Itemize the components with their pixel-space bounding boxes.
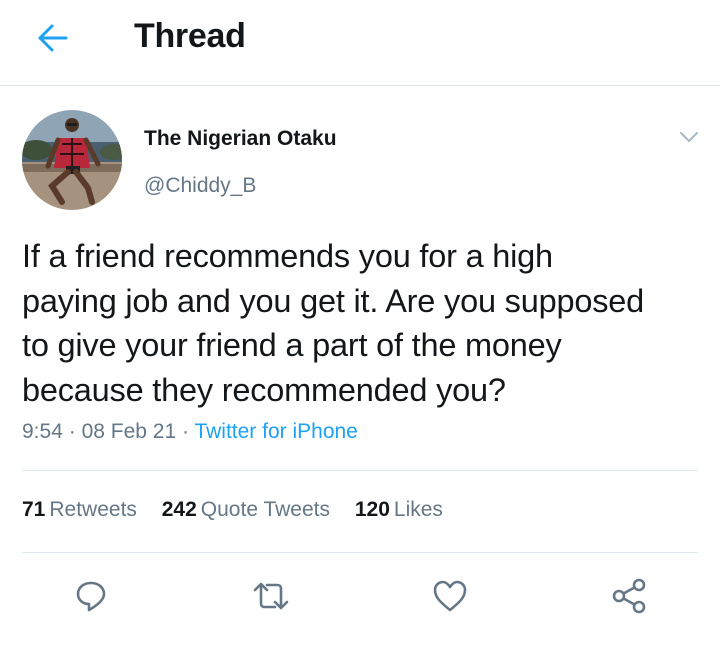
top-bar: Thread bbox=[0, 0, 720, 86]
author-handle[interactable]: @Chiddy_B bbox=[144, 174, 256, 198]
author-name[interactable]: The Nigerian Otaku bbox=[144, 127, 337, 151]
quote-tweets-count: 242 bbox=[161, 498, 197, 521]
likes-stat[interactable]: 120 Likes bbox=[355, 498, 443, 521]
chevron-down-icon bbox=[680, 132, 698, 142]
like-icon bbox=[433, 580, 467, 612]
meta-separator: · bbox=[181, 420, 189, 443]
divider bbox=[22, 470, 698, 471]
retweets-stat[interactable]: 71 Retweets bbox=[22, 498, 137, 521]
likes-count: 120 bbox=[354, 498, 390, 521]
tweet-meta: 9:54 · 08 Feb 21 · Twitter for iPhone bbox=[22, 420, 358, 444]
tweet-time: 9:54 bbox=[22, 420, 63, 443]
reply-icon bbox=[76, 581, 106, 612]
tweet-options-button[interactable] bbox=[674, 124, 704, 150]
retweets-count: 71 bbox=[22, 498, 46, 521]
meta-separator: · bbox=[68, 420, 76, 443]
share-icon bbox=[612, 578, 646, 614]
reply-button[interactable] bbox=[71, 576, 111, 616]
back-button[interactable] bbox=[30, 20, 74, 56]
quote-tweets-label: Quote Tweets bbox=[200, 498, 330, 521]
retweet-icon bbox=[253, 582, 289, 610]
retweets-label: Retweets bbox=[49, 498, 137, 521]
likes-label: Likes bbox=[393, 498, 443, 521]
share-button[interactable] bbox=[609, 576, 649, 616]
back-arrow-icon bbox=[38, 24, 68, 52]
retweet-button[interactable] bbox=[251, 576, 291, 616]
tweet-source-link[interactable]: Twitter for iPhone bbox=[194, 420, 357, 443]
quote-tweets-stat[interactable]: 242 Quote Tweets bbox=[162, 498, 330, 521]
page-title: Thread bbox=[134, 17, 246, 55]
tweet-text: If a friend recommends you for a high pa… bbox=[22, 238, 644, 408]
avatar[interactable] bbox=[22, 110, 122, 210]
divider bbox=[22, 552, 698, 553]
tweet-stats: 71 Retweets 242 Quote Tweets 120 Likes bbox=[22, 498, 462, 522]
tweet-date: 08 Feb 21 bbox=[81, 420, 177, 443]
like-button[interactable] bbox=[430, 576, 470, 616]
